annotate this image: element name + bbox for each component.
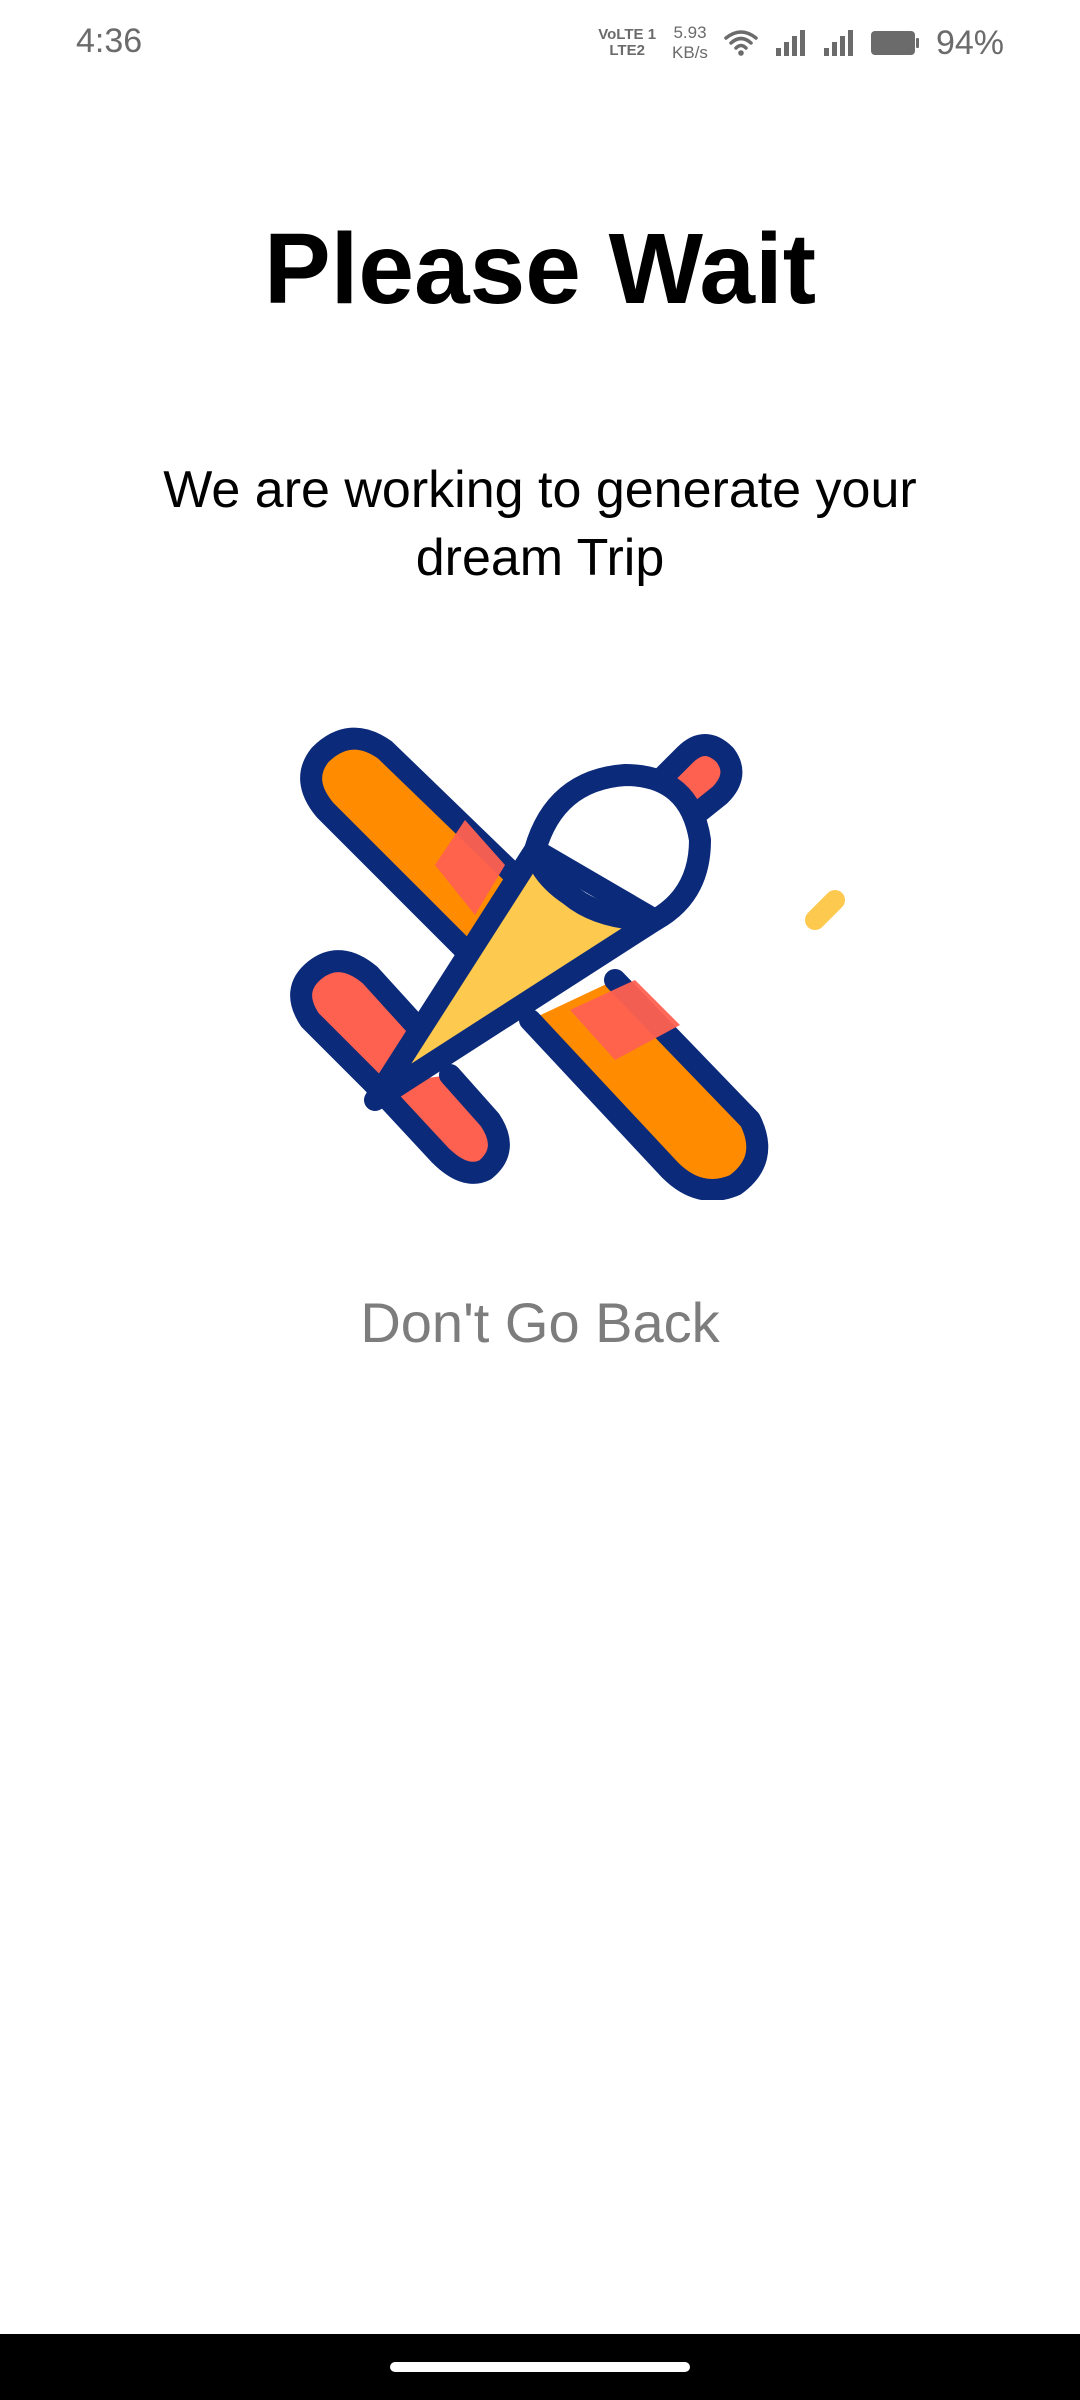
page-subtitle: We are working to generate your dream Tr… <box>163 461 917 587</box>
network-speed: 5.93 KB/s <box>672 23 708 63</box>
home-handle[interactable] <box>390 2362 690 2372</box>
dont-go-back-note: Don't Go Back <box>360 1291 720 1354</box>
network-speed-value: 5.93 <box>673 23 707 42</box>
battery-icon <box>870 29 920 57</box>
signal-icon <box>822 28 854 58</box>
page-title: Please Wait <box>263 213 817 325</box>
signal-icon <box>774 28 806 58</box>
airplane-icon <box>280 680 860 1201</box>
status-time: 4:36 <box>76 22 143 60</box>
volte-label: VoLTE 1 <box>598 26 657 43</box>
battery-percent: 94% <box>935 23 1004 62</box>
status-bar: 4:36 VoLTE 1 LTE2 5.93 KB/s 94% <box>0 0 1080 90</box>
status-icons: VoLTE 1 LTE2 5.93 KB/s 94% <box>598 18 1004 68</box>
navigation-bar <box>0 2334 1080 2400</box>
wifi-icon <box>724 28 758 58</box>
volte-icon: VoLTE 1 LTE2 <box>598 27 656 59</box>
lte-label: LTE2 <box>609 42 645 59</box>
network-speed-unit: KB/s <box>672 43 708 62</box>
